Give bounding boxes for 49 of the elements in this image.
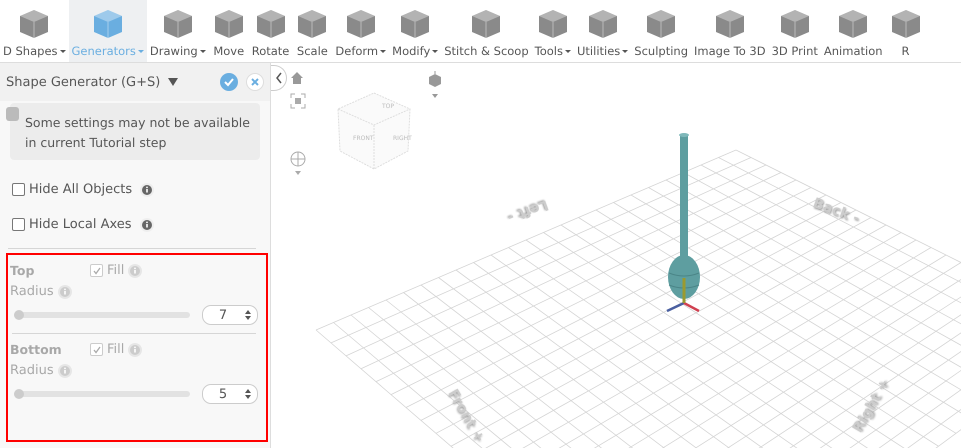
- axes-drawing: [666, 278, 700, 312]
- close-button[interactable]: [246, 73, 264, 91]
- toolbar-button[interactable]: Scale: [292, 0, 332, 62]
- section-title: Top: [10, 263, 36, 278]
- globe-icon[interactable]: [290, 151, 306, 177]
- toolbar-button[interactable]: 3D Print: [768, 0, 821, 62]
- checkmark-icon: [92, 346, 100, 354]
- field-label: Radius: [10, 363, 54, 378]
- toolbar-button[interactable]: Tools: [532, 0, 574, 62]
- toolbar-button[interactable]: Drawing: [146, 0, 209, 62]
- checkbox-label: Hide All Objects: [29, 182, 132, 197]
- info-icon[interactable]: [140, 218, 154, 232]
- toolbar-button[interactable]: Animation: [820, 0, 886, 62]
- toolbar-button[interactable]: Sculpting: [631, 0, 691, 62]
- axis-label: Back -: [810, 195, 862, 227]
- notice-text: Some settings may not be available in current Tutorial step: [25, 115, 250, 150]
- section-title: Bottom: [10, 342, 63, 357]
- toolbar-button[interactable]: Utilities: [574, 0, 632, 62]
- toolbar-button[interactable]: Modify: [389, 0, 442, 62]
- checkmark-icon: [224, 77, 234, 87]
- collapse-button[interactable]: [271, 65, 287, 91]
- checkbox-label: Fill: [107, 342, 124, 357]
- checkbox[interactable]: [12, 183, 25, 196]
- checkbox[interactable]: [12, 218, 25, 231]
- fit-view-icon[interactable]: [290, 93, 306, 109]
- home-icon[interactable]: [290, 71, 304, 85]
- toolbar-button[interactable]: R: [886, 0, 926, 62]
- slider-track[interactable]: [14, 312, 190, 318]
- checkmark-icon: [92, 266, 100, 274]
- toolbar-button[interactable]: Rotate: [248, 0, 292, 62]
- spinner-arrows-icon[interactable]: [243, 388, 253, 400]
- spinner-arrows-icon[interactable]: [243, 309, 253, 321]
- panel-title: Shape Generator (G+S): [6, 74, 160, 90]
- axis-label: Left -: [506, 196, 550, 226]
- info-badge-icon: [6, 107, 19, 121]
- slider-track[interactable]: [14, 391, 190, 397]
- toolbar-button[interactable]: D Shapes: [0, 0, 69, 62]
- toolbar-button[interactable]: Stitch & Scoop: [441, 0, 532, 62]
- toolbar-button[interactable]: Move: [208, 0, 249, 62]
- dropdown-triangle-icon[interactable]: [168, 78, 178, 86]
- toolbar-button[interactable]: Image To 3D: [691, 0, 769, 62]
- info-icon[interactable]: [140, 182, 154, 196]
- close-icon: [250, 77, 260, 87]
- checkbox-label: Hide Local Axes: [29, 217, 132, 232]
- confirm-button[interactable]: [220, 73, 238, 91]
- checkbox-label: Fill: [107, 263, 124, 278]
- chevron-left-icon: [274, 72, 282, 84]
- field-label: Radius: [10, 284, 54, 299]
- toolbar-button[interactable]: Deform: [332, 0, 390, 62]
